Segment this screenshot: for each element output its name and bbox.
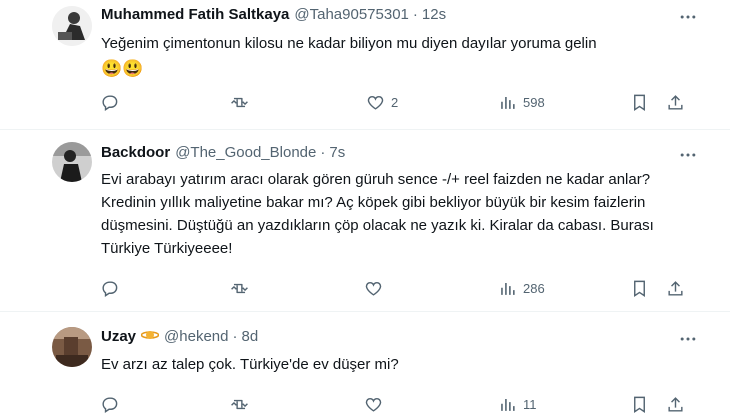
more-icon[interactable]	[678, 7, 698, 27]
reply-icon	[102, 94, 118, 111]
like-button[interactable]	[364, 276, 383, 300]
reply-icon	[102, 396, 118, 413]
tweet-text: Ev arzı az talep çok. Türkiye'de ev düşe…	[101, 356, 399, 373]
display-name[interactable]: Backdoor	[101, 144, 170, 161]
share-icon	[668, 94, 683, 110]
emoji: 😃😃	[101, 59, 144, 78]
views-button[interactable]: 286	[498, 276, 545, 300]
views-icon	[501, 398, 515, 411]
share-icon	[668, 396, 683, 412]
more-icon[interactable]	[678, 145, 698, 165]
retweet-icon	[231, 97, 248, 107]
display-name[interactable]: Uzay	[101, 328, 136, 345]
avatar[interactable]	[52, 142, 92, 182]
like-count: 2	[391, 94, 399, 110]
tweet-text-line: Yeğenim çimentonun kilosu ne kadar biliy…	[101, 35, 597, 52]
view-count: 598	[523, 94, 545, 110]
separator: ·	[412, 6, 418, 23]
share-button[interactable]	[666, 90, 685, 114]
like-icon	[365, 281, 382, 296]
views-icon	[501, 282, 515, 295]
handle[interactable]: @hekend	[164, 328, 228, 345]
tweet-2[interactable]: Backdoor @The_Good_Blonde · 7s Evi araba…	[0, 130, 730, 310]
separator: ·	[320, 144, 326, 161]
handle[interactable]: @The_Good_Blonde	[175, 144, 316, 161]
bookmark-button[interactable]	[630, 276, 649, 300]
retweet-button[interactable]	[230, 276, 249, 300]
like-button[interactable]	[364, 392, 383, 416]
separator: ·	[232, 328, 238, 345]
tweet-3[interactable]: Uzay @hekend · 8d Ev arzı az talep çok. …	[0, 312, 730, 420]
reply-button[interactable]	[100, 90, 119, 114]
action-bar: 2 598	[100, 90, 690, 114]
avatar[interactable]	[52, 327, 92, 367]
views-button[interactable]: 11	[498, 392, 537, 416]
timestamp[interactable]: 7s	[329, 144, 345, 161]
retweet-button[interactable]	[230, 90, 249, 114]
retweet-icon	[231, 283, 248, 293]
display-name[interactable]: Muhammed Fatih Saltkaya	[101, 6, 289, 23]
like-button[interactable]: 2	[366, 90, 398, 114]
view-count: 286	[523, 280, 545, 296]
action-bar: 11	[100, 392, 690, 416]
bookmark-icon	[634, 280, 645, 297]
timestamp[interactable]: 8d	[241, 328, 258, 345]
planet-emoji-icon	[140, 328, 160, 339]
share-icon	[668, 280, 683, 296]
like-icon	[367, 95, 384, 110]
avatar[interactable]	[52, 6, 92, 46]
retweet-icon	[231, 399, 248, 409]
bookmark-button[interactable]	[630, 392, 649, 416]
reply-button[interactable]	[100, 392, 119, 416]
views-button[interactable]: 598	[498, 90, 545, 114]
more-icon[interactable]	[678, 329, 698, 349]
retweet-button[interactable]	[230, 392, 249, 416]
bookmark-icon	[634, 94, 645, 111]
views-icon	[501, 96, 515, 109]
share-button[interactable]	[666, 392, 685, 416]
share-button[interactable]	[666, 276, 685, 300]
bookmark-button[interactable]	[630, 90, 649, 114]
action-bar: 286	[100, 276, 690, 300]
handle[interactable]: @Taha90575301	[294, 6, 409, 23]
tweet-text: Evi arabayı yatırım aracı olarak gören g…	[101, 171, 654, 257]
like-icon	[365, 397, 382, 412]
timestamp[interactable]: 12s	[422, 6, 446, 23]
reply-icon	[102, 280, 118, 297]
bookmark-icon	[634, 396, 645, 413]
reply-button[interactable]	[100, 276, 119, 300]
tweet-1[interactable]: Muhammed Fatih Saltkaya @Taha90575301 · …	[0, 0, 730, 130]
view-count: 11	[523, 396, 537, 412]
tweet-text: Yeğenim çimentonun kilosu ne kadar biliy…	[101, 32, 691, 80]
